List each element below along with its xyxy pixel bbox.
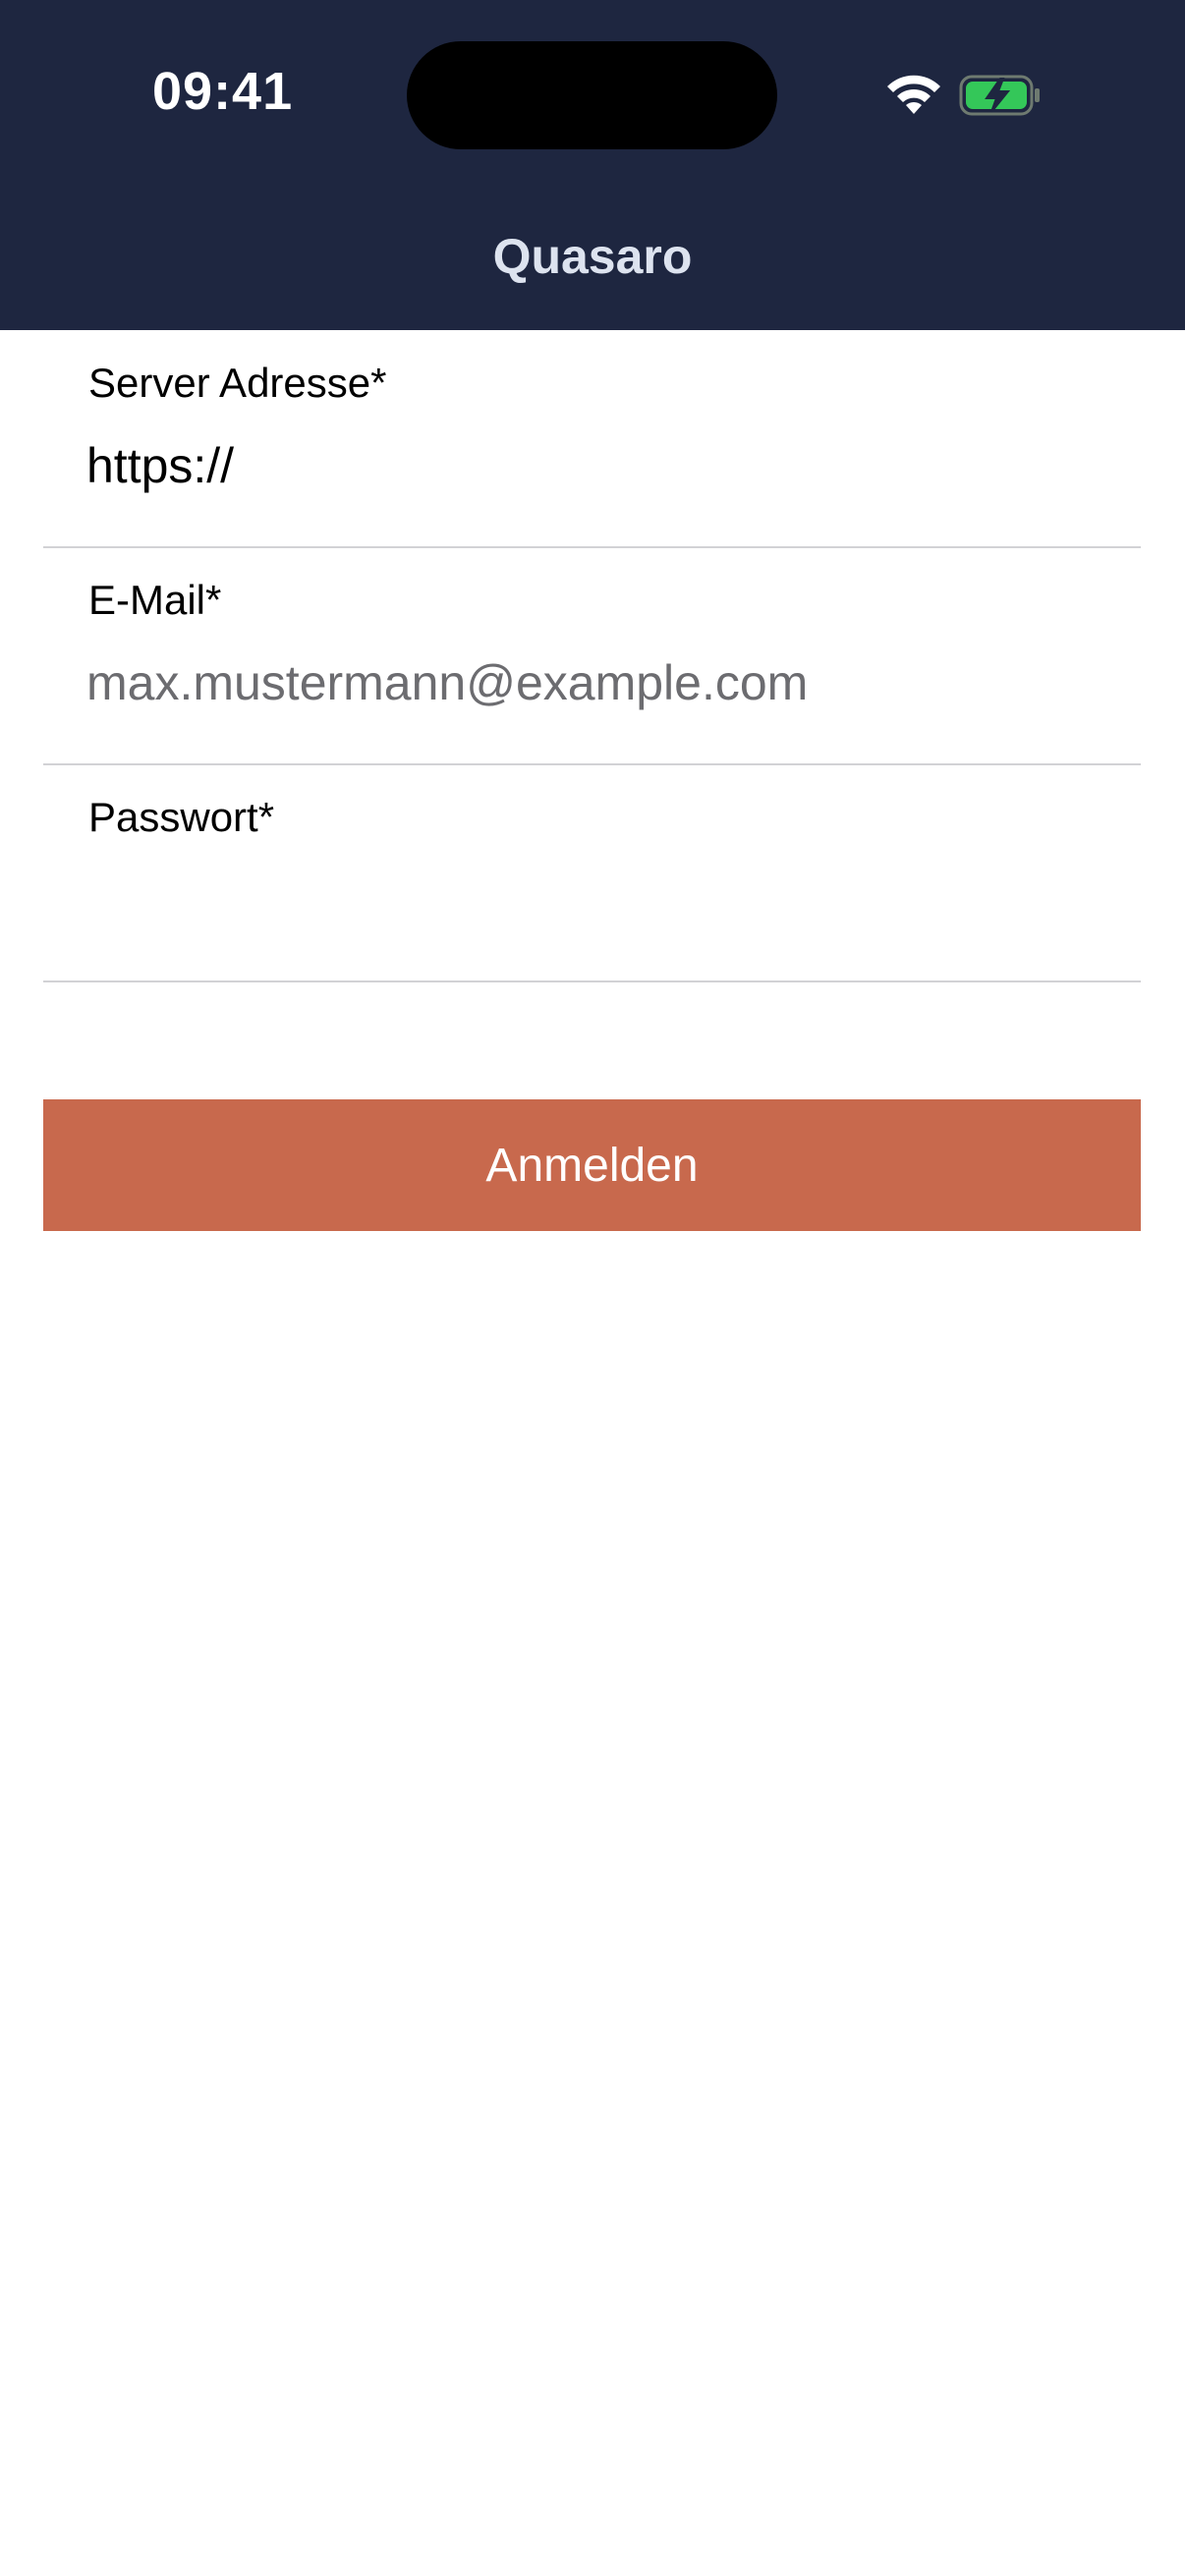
- server-address-label: Server Adresse*: [88, 360, 387, 406]
- battery-charging-icon: [959, 75, 1040, 116]
- wifi-icon: [887, 75, 940, 114]
- email-label: E-Mail*: [88, 577, 222, 623]
- server-address-field: Server Adresse*: [43, 330, 1141, 548]
- password-label: Passwort*: [88, 794, 275, 840]
- password-field: Passwort*: [43, 764, 1141, 982]
- email-field: E-Mail*: [43, 547, 1141, 765]
- login-button[interactable]: Anmelden: [43, 1099, 1141, 1231]
- status-time: 09:41: [152, 62, 294, 121]
- app-header: 09:41 Quasaro: [0, 0, 1185, 330]
- email-input[interactable]: [86, 645, 1108, 720]
- page-title: Quasaro: [492, 229, 693, 284]
- password-input[interactable]: [86, 863, 1108, 937]
- dynamic-island: [407, 41, 777, 149]
- server-address-input[interactable]: [86, 428, 1108, 503]
